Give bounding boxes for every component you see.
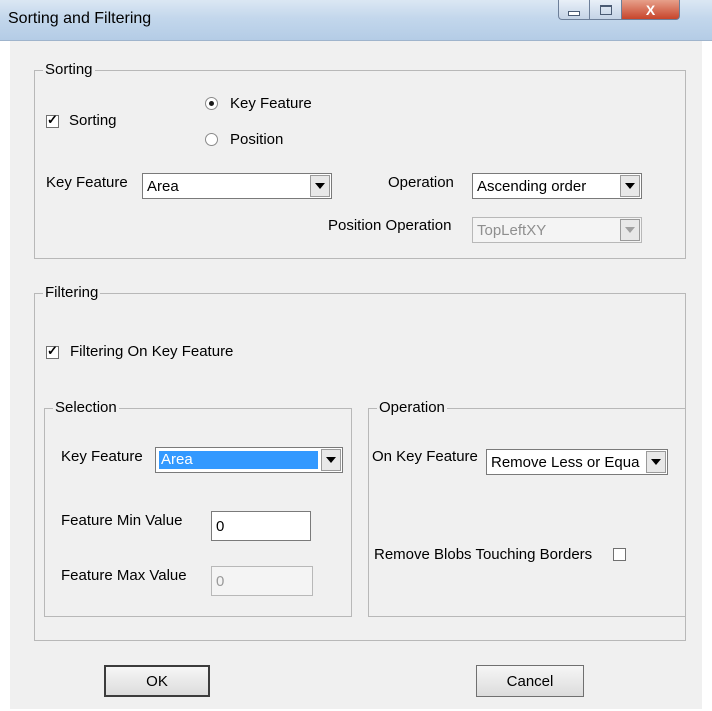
cancel-button[interactable]: Cancel: [476, 665, 584, 697]
close-icon: X: [645, 1, 656, 18]
selection-group-label: Selection: [53, 399, 119, 417]
feature-min-input[interactable]: 0: [211, 511, 311, 541]
sorting-group: Sorting Sorting Key Feature Position Key…: [34, 61, 686, 259]
minimize-button[interactable]: [558, 0, 590, 20]
radio-key-feature[interactable]: [205, 97, 218, 110]
sort-key-feature-dropdown[interactable]: Area: [142, 173, 332, 199]
operation-label: Operation: [388, 174, 454, 191]
sorting-checkbox-label: Sorting: [69, 112, 117, 129]
dropdown-arrow-icon[interactable]: [321, 449, 341, 471]
selection-group: Selection Key Feature Area Feature Min V…: [44, 399, 352, 617]
sorting-group-label: Sorting: [43, 61, 95, 79]
maximize-icon: [599, 4, 612, 15]
sort-key-feature-label: Key Feature: [46, 174, 128, 191]
radio-position-label: Position: [230, 131, 284, 148]
filtering-checkbox[interactable]: [46, 343, 59, 359]
position-operation-dropdown: TopLeftXY: [472, 217, 642, 243]
title-bar: Sorting and Filtering X: [0, 0, 712, 41]
dropdown-arrow-icon: [620, 219, 640, 241]
filtering-group-label: Filtering: [43, 284, 101, 302]
filter-key-feature-dropdown[interactable]: Area: [155, 447, 343, 473]
feature-min-label: Feature Min Value: [61, 512, 183, 529]
radio-position[interactable]: [205, 133, 218, 146]
filter-key-feature-value: Area: [159, 451, 318, 469]
filter-key-feature-label: Key Feature: [61, 448, 143, 465]
dropdown-arrow-icon[interactable]: [646, 451, 666, 473]
feature-max-label: Feature Max Value: [61, 567, 187, 584]
position-operation-label: Position Operation: [328, 217, 452, 234]
maximize-button[interactable]: [590, 0, 622, 20]
operation-value: Ascending order: [477, 178, 587, 195]
dropdown-arrow-icon[interactable]: [310, 175, 330, 197]
sort-key-feature-value: Area: [147, 178, 179, 195]
remove-blobs-label: Remove Blobs Touching Borders: [374, 546, 593, 563]
window-controls: X: [558, 0, 680, 22]
feature-max-input: 0: [211, 566, 313, 596]
filter-operation-group: Operation On Key Feature Remove Less or …: [368, 399, 686, 617]
dialog-client-area: Sorting Sorting Key Feature Position Key…: [10, 41, 702, 709]
ok-button[interactable]: OK: [104, 665, 210, 697]
close-button[interactable]: X: [622, 0, 680, 20]
filtering-group: Filtering Filtering On Key Feature Selec…: [34, 284, 686, 641]
remove-blobs-checkbox[interactable]: [613, 548, 626, 561]
radio-key-feature-label: Key Feature: [230, 95, 312, 112]
operation-dropdown[interactable]: Ascending order: [472, 173, 642, 199]
on-key-feature-dropdown[interactable]: Remove Less or Equa: [486, 449, 668, 475]
feature-max-value: 0: [216, 573, 225, 590]
filter-operation-group-label: Operation: [377, 399, 447, 417]
position-operation-value: TopLeftXY: [477, 222, 547, 239]
feature-min-value: 0: [216, 518, 225, 535]
window-title: Sorting and Filtering: [8, 10, 152, 27]
minimize-icon: [568, 11, 580, 16]
sorting-checkbox[interactable]: [46, 112, 59, 128]
on-key-feature-label: On Key Feature: [372, 448, 478, 465]
dropdown-arrow-icon[interactable]: [620, 175, 640, 197]
filtering-checkbox-label: Filtering On Key Feature: [70, 343, 234, 360]
on-key-feature-value: Remove Less or Equa: [491, 454, 640, 471]
